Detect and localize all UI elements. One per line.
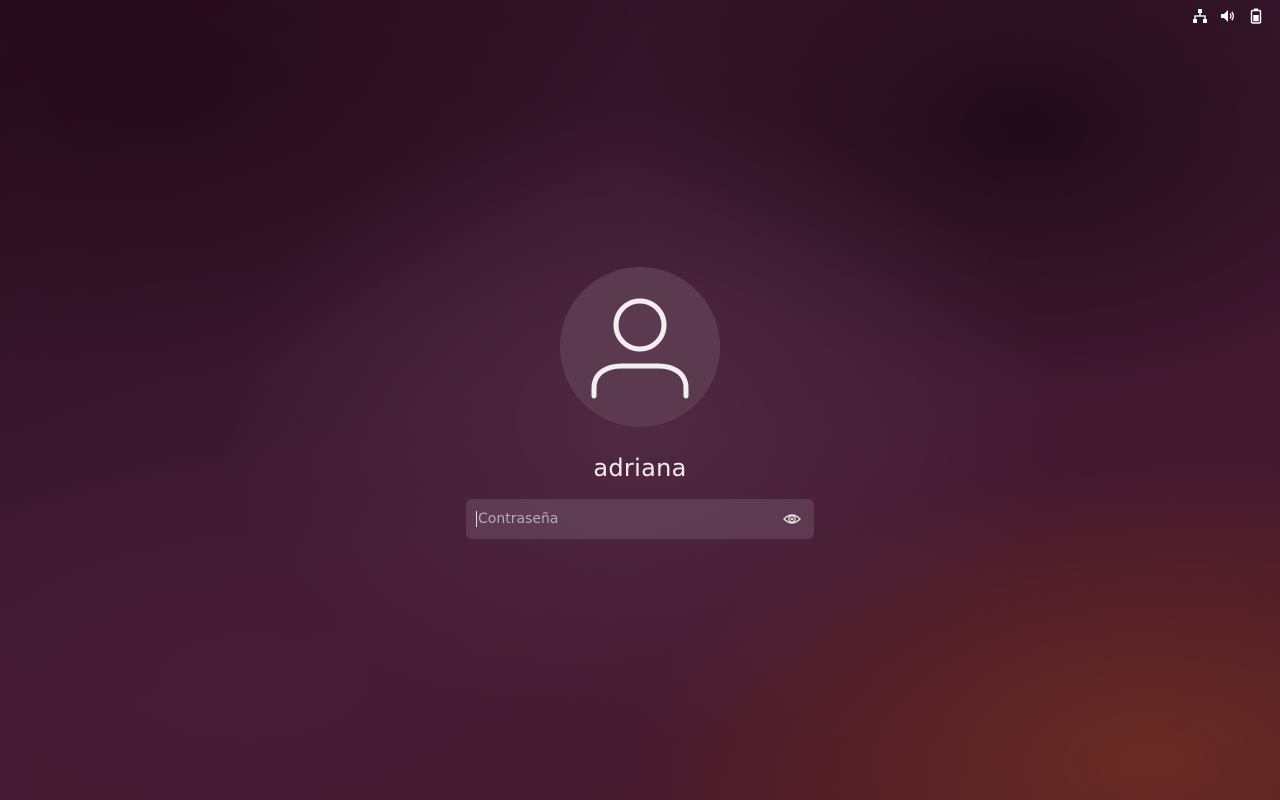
text-caret [476,511,477,527]
login-panel: adriana [0,267,1280,539]
battery-icon[interactable] [1246,6,1266,26]
user-avatar-icon [591,298,689,399]
system-tray[interactable] [1190,0,1280,32]
user-avatar[interactable] [560,267,720,427]
volume-icon[interactable] [1218,6,1238,26]
network-wired-icon[interactable] [1190,6,1210,26]
password-field[interactable] [466,499,814,539]
eye-icon[interactable] [782,509,802,529]
username-label: adriana [593,454,687,482]
password-input[interactable] [478,499,782,539]
